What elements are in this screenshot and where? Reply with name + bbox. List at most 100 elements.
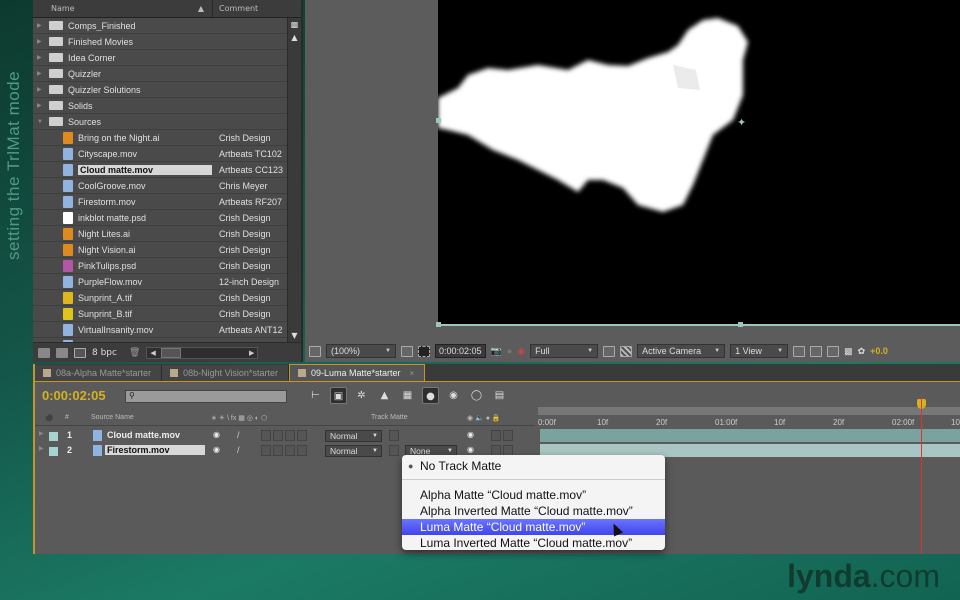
- flowchart-icon[interactable]: ▩: [844, 346, 853, 357]
- time-navigator[interactable]: [538, 407, 960, 415]
- blend-mode-dropdown[interactable]: Normal ▼: [325, 430, 382, 442]
- file-row[interactable]: Firestorm.mov Artbeats RF207: [33, 194, 288, 210]
- file-row[interactable]: CoolGroove.mov Chris Meyer: [33, 178, 288, 194]
- label-color-swatch[interactable]: [49, 432, 58, 441]
- expand-layer-icon[interactable]: ▶: [39, 430, 44, 437]
- scroll-up-arrow[interactable]: ▲: [288, 33, 301, 42]
- comment-column-header[interactable]: Comment: [213, 4, 258, 13]
- timeline-search-input[interactable]: ⚲: [125, 390, 287, 403]
- quality-switch-icon[interactable]: /: [237, 430, 240, 440]
- timeline-icon[interactable]: [827, 345, 840, 357]
- folder-row[interactable]: ▶ Idea Corner: [33, 50, 288, 66]
- always-preview-icon[interactable]: [309, 345, 321, 357]
- reset-exposure-icon[interactable]: ✿: [858, 346, 866, 357]
- trash-icon[interactable]: 🗑: [129, 348, 140, 358]
- new-folder-icon[interactable]: [56, 347, 68, 358]
- shy-switch-icon[interactable]: ◉: [213, 445, 220, 454]
- transparency-grid-icon[interactable]: [620, 345, 633, 357]
- fast-preview-render-icon[interactable]: [810, 345, 823, 357]
- file-row[interactable]: Sunprint_A.tif Crish Design: [33, 290, 288, 306]
- file-row[interactable]: Cityscape.mov Artbeats TC102: [33, 146, 288, 162]
- visibility-eye-icon[interactable]: ◉: [467, 445, 474, 454]
- layer-switch-box[interactable]: [285, 445, 295, 456]
- scroll-thumb[interactable]: [161, 347, 182, 358]
- collapsed-triangle-icon[interactable]: ▶: [37, 86, 45, 93]
- file-row[interactable]: Cloud matte.mov Artbeats CC123: [33, 162, 288, 178]
- folder-row[interactable]: ▶ Quizzler: [33, 66, 288, 82]
- scroll-left-arrow[interactable]: ◀: [150, 349, 155, 357]
- expanded-triangle-icon[interactable]: ▼: [37, 119, 45, 125]
- timeline-timecode[interactable]: 0:00:02:05: [42, 388, 106, 403]
- layer-switch-box[interactable]: [261, 445, 271, 456]
- resolution-dropdown[interactable]: Full ▼: [530, 344, 599, 358]
- collapsed-triangle-icon[interactable]: ▶: [37, 54, 45, 61]
- file-row[interactable]: Night Lites.ai Crish Design: [33, 226, 288, 242]
- collapsed-triangle-icon[interactable]: ▶: [37, 102, 45, 109]
- draft-3d-icon[interactable]: ✲: [353, 387, 370, 404]
- brainstorm-icon[interactable]: ◉: [445, 387, 462, 404]
- folder-row[interactable]: ▶ Finished Movies: [33, 34, 288, 50]
- frame-blending-icon[interactable]: ▦: [399, 387, 416, 404]
- auto-keyframe-icon[interactable]: ◯: [468, 387, 485, 404]
- blend-mode-dropdown[interactable]: Normal ▼: [325, 445, 382, 457]
- composition-canvas[interactable]: ✦: [438, 0, 960, 325]
- scroll-right-arrow[interactable]: ▶: [249, 349, 254, 357]
- folder-row[interactable]: ▶ Quizzler Solutions: [33, 82, 288, 98]
- folder-row[interactable]: ▶ Comps_Finished: [33, 18, 288, 34]
- new-composition-icon[interactable]: [74, 347, 86, 358]
- layer-name[interactable]: Firestorm.mov: [105, 445, 205, 455]
- file-row[interactable]: Sunprint_B.tif Crish Design: [33, 306, 288, 322]
- bit-depth-button[interactable]: 8 bpc: [92, 348, 117, 358]
- file-row[interactable]: VirtualInsanity.mov Artbeats ANT12: [33, 322, 288, 338]
- magnification-dropdown[interactable]: (100%) ▼: [326, 344, 396, 358]
- file-row[interactable]: Night Vision.ai Crish Design: [33, 242, 288, 258]
- track-matte-option[interactable]: Alpha Matte “Cloud matte.mov”: [402, 487, 665, 503]
- graph-editor-icon[interactable]: ▤: [491, 387, 508, 404]
- layer-switch-box[interactable]: [297, 430, 307, 441]
- file-row[interactable]: Bring on the Night.ai Crish Design: [33, 130, 288, 146]
- file-row[interactable]: PurpleFlow.mov 12-inch Design: [33, 274, 288, 290]
- comp-tab[interactable]: 09-Luma Matte*starter ×: [288, 364, 426, 381]
- close-tab-icon[interactable]: ×: [410, 369, 415, 378]
- toggle-pixel-aspect-icon[interactable]: [793, 345, 806, 357]
- collapsed-triangle-icon[interactable]: ▶: [37, 38, 45, 45]
- track-matte-option[interactable]: Luma Matte “Cloud matte.mov”: [402, 519, 665, 535]
- scroll-down-arrow[interactable]: ▼: [288, 331, 301, 340]
- camera-view-dropdown[interactable]: Active Camera ▼: [637, 344, 726, 358]
- layer-handle-bottom-left[interactable]: [436, 322, 441, 327]
- snapshot-icon[interactable]: 📷: [491, 346, 502, 357]
- hide-shy-layers-icon[interactable]: ▲: [376, 387, 393, 404]
- collapsed-triangle-icon[interactable]: ▶: [37, 22, 45, 29]
- layer-switch-box[interactable]: [261, 430, 271, 441]
- file-row[interactable]: PinkTulips.psd Crish Design: [33, 258, 288, 274]
- exposure-value[interactable]: +0.0: [870, 346, 888, 356]
- file-row[interactable]: inkblot matte.psd Crish Design: [33, 210, 288, 226]
- folder-row[interactable]: ▶ Solids: [33, 98, 288, 114]
- name-column-header[interactable]: Name ▲: [33, 0, 213, 17]
- project-scrollbar[interactable]: ▩ ▲ ▼: [287, 18, 301, 342]
- current-time-indicator[interactable]: [921, 397, 922, 554]
- flowchart-icon[interactable]: ▩: [288, 20, 301, 29]
- track-matte-option[interactable]: Luma Inverted Matte “Cloud matte.mov”: [402, 535, 665, 551]
- layer-switch-box[interactable]: [297, 445, 307, 456]
- layer-handle-bottom-center[interactable]: [738, 322, 743, 327]
- track-matte-option[interactable]: ● No Track Matte: [402, 458, 665, 474]
- solo-box[interactable]: [491, 430, 501, 441]
- label-color-swatch[interactable]: [49, 447, 58, 456]
- region-of-interest-icon[interactable]: [418, 345, 430, 357]
- layer-switch-box[interactable]: [285, 430, 295, 441]
- quality-switch-icon[interactable]: /: [237, 445, 240, 455]
- source-name-column[interactable]: Source Name: [91, 414, 134, 421]
- safe-margins-icon[interactable]: [401, 345, 413, 357]
- interpret-footage-icon[interactable]: [38, 347, 50, 358]
- comp-tab[interactable]: 08a-Alpha Matte*starter: [35, 365, 163, 381]
- show-snapshot-icon[interactable]: ●: [507, 346, 512, 356]
- horizontal-scrollbar[interactable]: ◀ ▶: [146, 346, 259, 359]
- layer-1-duration-bar[interactable]: [540, 429, 960, 442]
- lock-box[interactable]: [503, 430, 513, 441]
- shy-switch-icon[interactable]: ◉: [213, 430, 220, 439]
- layer-row[interactable]: ▶ 1 Cloud matte.mov ◉ / Normal ▼ ◉: [35, 429, 535, 443]
- motion-blur-icon[interactable]: ●: [422, 387, 439, 404]
- track-matte-option[interactable]: Alpha Inverted Matte “Cloud matte.mov”: [402, 503, 665, 519]
- layer-switch-box[interactable]: [273, 445, 283, 456]
